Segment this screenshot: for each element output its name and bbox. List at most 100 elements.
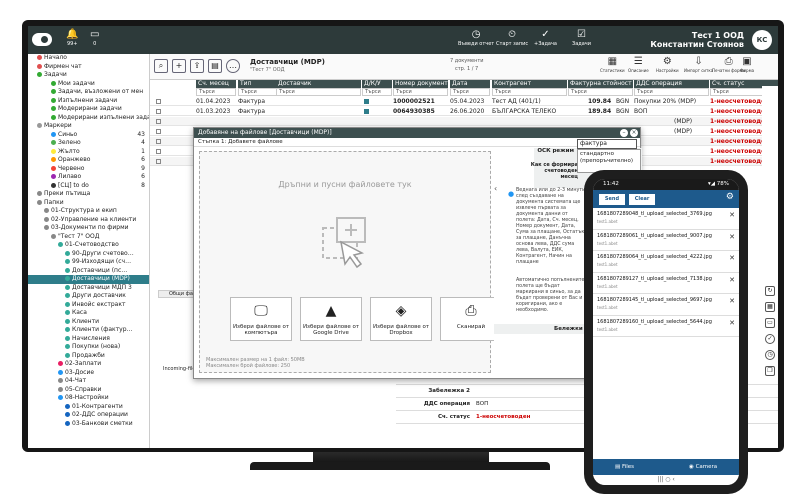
sidebar-item[interactable]: 03-Досие bbox=[28, 369, 149, 378]
sidebar-item[interactable]: 99-Изходящи (сч… bbox=[28, 258, 149, 267]
table-row[interactable]: 1-неосчетоводен (MDP) bbox=[150, 117, 778, 126]
sidebar-item[interactable]: Други доставчик bbox=[28, 292, 149, 301]
table-row[interactable]: 01.03.2023 Фактура 0064930385 26.06.2020 БЪЛ… bbox=[150, 107, 778, 116]
history-icon[interactable]: ◷ bbox=[765, 350, 775, 360]
sidebar-item[interactable]: Начисления bbox=[28, 335, 149, 344]
list-item[interactable]: 1681807289064_tl_upload_selected_4222.jp… bbox=[593, 251, 739, 273]
sidebar-item[interactable]: Доставчици МДП 3 bbox=[28, 284, 149, 293]
sidebar-item[interactable]: Оранжево 6 bbox=[28, 156, 149, 165]
list-item[interactable]: 1681807289048_tl_upload_selected_3769.jp… bbox=[593, 208, 739, 230]
sidebar-item[interactable]: 01-Контрагенти bbox=[28, 403, 149, 412]
remove-file-icon[interactable]: ✕ bbox=[729, 211, 735, 219]
check-icon[interactable]: ✓ bbox=[765, 334, 775, 344]
sidebar-item[interactable]: Покупки (нова) bbox=[28, 343, 149, 352]
column-filter-input[interactable]: Търси bbox=[492, 88, 567, 96]
sidebar-item[interactable]: Задачи bbox=[28, 71, 149, 80]
column-header[interactable]: Сч. месец bbox=[196, 80, 236, 88]
sidebar-item[interactable]: Червено 9 bbox=[28, 165, 149, 174]
collapse-icon[interactable]: ‹ bbox=[494, 184, 497, 193]
sidebar-item[interactable]: Инвойс екстракт bbox=[28, 301, 149, 310]
clear-button[interactable]: Clear bbox=[629, 194, 655, 205]
sidebar-item[interactable]: 01-Структура и екип bbox=[28, 207, 149, 216]
sidebar-item[interactable]: Доставчици (пс… bbox=[28, 267, 149, 276]
sidebar-item[interactable]: 03-Документи по фирми bbox=[28, 224, 149, 233]
sidebar-item[interactable]: Модерирани изпълнени зада bbox=[28, 114, 149, 123]
sidebar-item[interactable]: Изпълнени задачи bbox=[28, 97, 149, 106]
column-filter-input[interactable]: Търси bbox=[450, 88, 490, 96]
row-checkbox[interactable] bbox=[156, 119, 161, 124]
form-value[interactable]: 1-неосчетоводен bbox=[476, 411, 530, 424]
sidebar-item[interactable]: Продажби bbox=[28, 352, 149, 361]
table-row[interactable]: 01.04.2023 Фактура 1000002521 05.04.2023 Тес… bbox=[150, 97, 778, 106]
column-header[interactable]: Контрагент bbox=[492, 80, 567, 88]
remove-file-icon[interactable]: ✕ bbox=[729, 254, 735, 262]
column-header[interactable]: Дата bbox=[450, 80, 490, 88]
column-filter-input[interactable]: Търси bbox=[568, 88, 633, 96]
remove-file-icon[interactable]: ✕ bbox=[729, 319, 735, 327]
row-checkbox[interactable] bbox=[156, 129, 161, 134]
sidebar-item[interactable]: [СЦ] to do 8 bbox=[28, 182, 149, 191]
column-filter-input[interactable]: Търси bbox=[362, 88, 392, 96]
remove-file-icon[interactable]: ✕ bbox=[729, 233, 735, 241]
incoming-file[interactable]: Incoming-file bbox=[163, 366, 195, 372]
sidebar-item[interactable]: Папки bbox=[28, 199, 149, 208]
close-icon[interactable]: × bbox=[630, 129, 638, 137]
sidebar-item[interactable]: 08-Настройки bbox=[28, 394, 149, 403]
row-checkbox[interactable] bbox=[156, 109, 161, 114]
column-filter-input[interactable]: Търси bbox=[276, 88, 361, 96]
sidebar-item[interactable]: Жълто 1 bbox=[28, 148, 149, 157]
row-checkbox[interactable] bbox=[156, 149, 161, 154]
gear-icon[interactable]: ⚙ Настройки bbox=[656, 56, 679, 74]
check-icon[interactable]: ✓ +Задача bbox=[534, 29, 557, 47]
sidebar-item[interactable]: Маркери bbox=[28, 122, 149, 131]
upload-icon[interactable]: ⇪ bbox=[190, 59, 204, 73]
monitor-source-button[interactable]: 🖵 Избери файлове от компютъра bbox=[230, 297, 292, 341]
gdrive-source-button[interactable]: ▲ Избери файлове от Google Drive bbox=[300, 297, 362, 341]
column-filter-input[interactable]: Търси bbox=[393, 88, 448, 96]
clock-icon[interactable]: ◷ Въведи отчет bbox=[458, 29, 494, 47]
gear-icon[interactable]: ⚙ bbox=[726, 192, 734, 202]
send-button[interactable]: Send bbox=[599, 194, 625, 205]
files-button[interactable]: ▤ Files bbox=[615, 459, 634, 475]
sidebar-item[interactable]: Преки пътища bbox=[28, 190, 149, 199]
sidebar-item[interactable]: 02-Заплати bbox=[28, 360, 149, 369]
sidebar-item[interactable]: Синьо 43 bbox=[28, 131, 149, 140]
list-item[interactable]: 1681807289061_tl_upload_selected_9007.jp… bbox=[593, 230, 739, 251]
list-icon[interactable]: ☰ Описание bbox=[628, 56, 649, 74]
minimize-icon[interactable]: – bbox=[620, 129, 628, 137]
tasks-icon[interactable]: ☑ Задачи bbox=[572, 29, 591, 47]
timer-icon[interactable]: ⏲ Старт запис bbox=[496, 29, 528, 47]
scanner-source-button[interactable]: ⎙ Сканирай bbox=[440, 297, 502, 341]
drop-zone[interactable]: Дръпни и пусни файловете тук 🖵 Избери фай… bbox=[199, 151, 502, 373]
sidebar-item[interactable]: Модерирани задачи bbox=[28, 105, 149, 114]
chat-icon[interactable]: ▭ 0 bbox=[90, 29, 99, 47]
osk-option[interactable]: стандартно bbox=[580, 151, 638, 158]
sidebar-item[interactable]: "Тест 7" ООД bbox=[28, 233, 149, 242]
sidebar-item[interactable]: 05-Справки bbox=[28, 386, 149, 395]
sidebar-item[interactable]: Мои задачи bbox=[28, 80, 149, 89]
building-icon[interactable]: ▣ Фирма bbox=[740, 56, 754, 74]
notifications-icon[interactable]: 🔔 99+ bbox=[66, 29, 78, 47]
sidebar-item[interactable]: 90-Други счетово… bbox=[28, 250, 149, 259]
column-filter-input[interactable]: Търси bbox=[634, 88, 709, 96]
avatar[interactable]: КС bbox=[752, 30, 772, 50]
column-header[interactable]: ДДС операция bbox=[634, 80, 709, 88]
app-logo[interactable] bbox=[32, 33, 52, 46]
search-icon[interactable]: ⌕ bbox=[154, 59, 168, 73]
stats-icon[interactable]: ▦ Статистики bbox=[600, 56, 625, 74]
list-item[interactable]: 1681807289145_tl_upload_selected_9697.jp… bbox=[593, 294, 739, 316]
grid-view-icon[interactable]: ▦ bbox=[765, 302, 775, 312]
osk-select[interactable]: фактура bbox=[577, 139, 637, 149]
more-icon[interactable]: … bbox=[226, 59, 240, 73]
sidebar-item[interactable]: Начало bbox=[28, 54, 149, 63]
sidebar-item[interactable]: 02-Управление на клиенти bbox=[28, 216, 149, 225]
dropbox-source-button[interactable]: ◈ Избери файлове от Dropbox bbox=[370, 297, 432, 341]
camera-button[interactable]: ◉ Camera bbox=[689, 459, 717, 475]
row-checkbox[interactable] bbox=[156, 139, 161, 144]
refresh-icon[interactable]: ↻ bbox=[765, 286, 775, 296]
column-header[interactable]: Тип bbox=[238, 80, 278, 88]
sidebar-item[interactable]: Клиенти bbox=[28, 318, 149, 327]
sidebar-item[interactable]: 03-Банкови сметки bbox=[28, 420, 149, 429]
home-icon[interactable]: ○ bbox=[665, 476, 670, 483]
sidebar-item[interactable]: Лилаво 6 bbox=[28, 173, 149, 182]
